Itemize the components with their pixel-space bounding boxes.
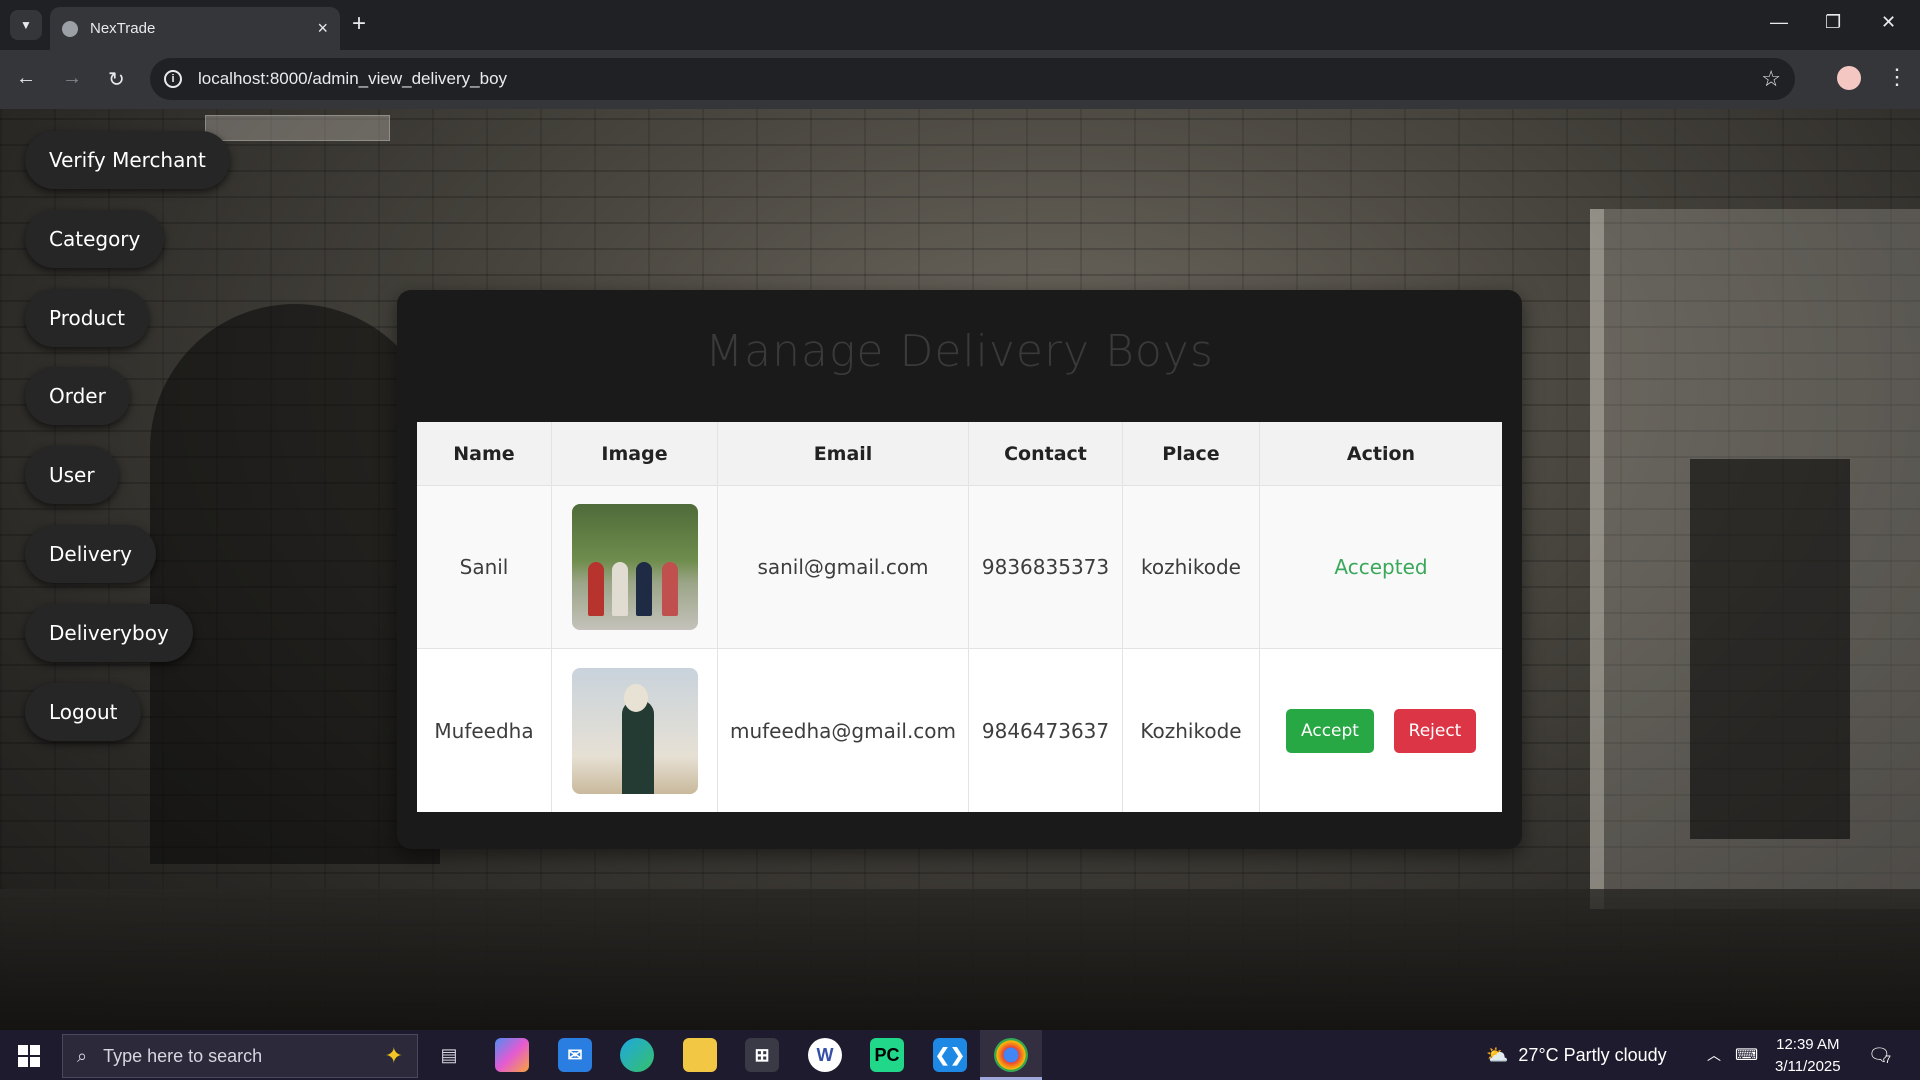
browser-tab[interactable]: NexTrade × [50,7,340,50]
row-name: Sanil [417,486,552,648]
menu-kebab-icon[interactable]: ⋮ [1886,64,1908,90]
background-street-sign [205,115,390,141]
url-text[interactable]: localhost:8000/admin_view_delivery_boy [198,69,1761,89]
clock-time: 12:39 AM [1776,1036,1840,1053]
table-header-row: Name Image Email Contact Place Action [417,422,1502,486]
column-header-place: Place [1123,422,1260,485]
sidebar-item-product[interactable]: Product [25,289,149,347]
browser-toolbar: ← → ↻ i localhost:8000/admin_view_delive… [0,50,1920,109]
bookmark-star-icon[interactable]: ☆ [1761,66,1781,92]
task-view-icon[interactable]: ▤ [432,1038,466,1072]
notifications-button[interactable]: 🗨 7 [1868,1030,1891,1080]
weather-cloud-icon: ⛅ [1486,1044,1509,1065]
tab-close-button[interactable]: × [317,18,328,39]
site-info-icon[interactable]: i [164,70,182,88]
status-accepted-text: Accepted [1334,555,1428,579]
system-clock[interactable]: 12:39 AM 3/11/2025 [1775,1034,1841,1078]
wordpad-app-icon[interactable]: W [808,1038,842,1072]
row-image-cell [552,486,718,648]
column-header-email: Email [718,422,969,485]
windows-taskbar: ⌕ Type here to search ✦ ▤ ✉ ⊞ W PC ❮❯ ⛅ … [0,1030,1920,1080]
chrome-app-icon[interactable] [994,1038,1028,1072]
manage-delivery-boys-panel: Manage Delivery Boys Name Image Email Co… [397,290,1522,849]
row-place: kozhikode [1123,486,1260,648]
column-header-name: Name [417,422,552,485]
column-header-image: Image [552,422,718,485]
sidebar-item-order[interactable]: Order [25,367,130,425]
delivery-boy-photo [571,504,698,630]
windows-start-icon[interactable] [18,1045,40,1067]
weather-widget[interactable]: ⛅ 27°C Partly cloudy [1486,1030,1667,1080]
browser-tabstrip: ▼ NexTrade × + — ❐ ✕ [0,0,1920,50]
chevron-up-icon[interactable]: ︿ [1707,1030,1721,1080]
restore-button[interactable]: ❐ [1825,12,1841,33]
row-contact: 9846473637 [969,649,1123,812]
copilot-app-icon[interactable] [495,1038,529,1072]
row-contact: 9836835373 [969,486,1123,648]
column-header-action: Action [1346,442,1416,465]
taskbar-search-placeholder: Type here to search [103,1045,263,1066]
column-header-contact: Contact [969,422,1123,485]
search-icon: ⌕ [77,1045,88,1066]
back-arrow-icon[interactable]: ← [16,67,36,90]
delivery-boys-table: Name Image Email Contact Place Action Sa… [417,422,1502,812]
delivery-boy-photo [571,667,698,794]
globe-icon [62,20,78,37]
clock-date: 3/11/2025 [1775,1058,1841,1075]
sidebar-item-category[interactable]: Category [25,210,165,268]
sidebar-item-verify-merchant[interactable]: Verify Merchant [25,131,230,189]
edge-browser-icon[interactable] [620,1038,654,1072]
keyboard-icon[interactable]: ⌨ [1735,1030,1758,1080]
background-shop-window [1690,459,1850,839]
background-street [0,889,1920,1030]
row-image-cell [552,649,718,812]
sidebar-item-user[interactable]: User [25,446,119,504]
row-place: Kozhikode [1123,649,1260,812]
row-name: Mufeedha [417,649,552,812]
sidebar-item-deliveryboy[interactable]: Deliveryboy [25,604,193,662]
row-email: mufeedha@gmail.com [718,649,969,812]
mail-app-icon[interactable]: ✉ [558,1038,592,1072]
notification-count-badge: 7 [1884,1054,1891,1066]
file-explorer-icon[interactable] [683,1038,717,1072]
minimize-button[interactable]: — [1770,12,1788,33]
microsoft-store-icon[interactable]: ⊞ [745,1038,779,1072]
weather-text: 27°C Partly cloudy [1518,1044,1667,1065]
table-row: Mufeedha mufeedha@gmail.com 9846473637 K… [417,649,1502,812]
page-background: Verify Merchant Category Product Order U… [0,109,1920,1030]
accept-button[interactable]: Accept [1286,708,1374,753]
tab-search-button[interactable]: ▼ [10,10,42,40]
forward-arrow-icon[interactable]: → [62,67,82,90]
taskbar-search-box[interactable]: ⌕ Type here to search ✦ [62,1034,418,1078]
row-action-cell: Accept Reject [1260,649,1502,812]
row-action-cell: Accepted [1260,486,1502,648]
reload-icon[interactable]: ↻ [108,67,125,92]
table-row: Sanil sanil@gmail.com 9836835373 kozhiko… [417,486,1502,649]
row-email: sanil@gmail.com [718,486,969,648]
profile-avatar[interactable] [1837,66,1861,90]
page-title: Manage Delivery Boys [705,326,1214,377]
copilot-sparkle-icon: ✦ [384,1043,403,1068]
vscode-app-icon[interactable]: ❮❯ [933,1038,967,1072]
sidebar-item-logout[interactable]: Logout [25,683,142,741]
close-window-button[interactable]: ✕ [1881,12,1896,33]
pycharm-app-icon[interactable]: PC [870,1038,904,1072]
address-bar[interactable]: i localhost:8000/admin_view_delivery_boy… [150,58,1795,100]
chevron-down-icon: ▼ [20,18,32,32]
reject-button[interactable]: Reject [1394,708,1476,753]
sidebar-item-delivery[interactable]: Delivery [25,525,157,583]
tab-title: NexTrade [90,20,156,37]
new-tab-button[interactable]: + [352,12,366,36]
